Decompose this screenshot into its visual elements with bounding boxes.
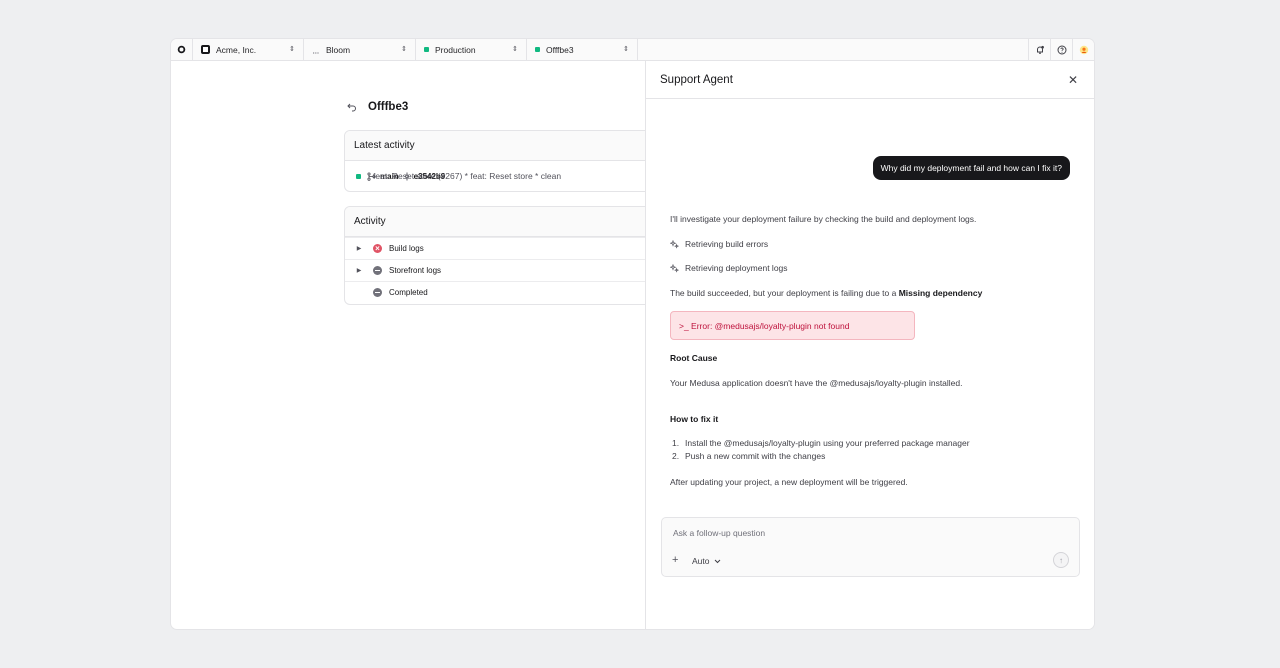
tool-step-build-errors: Retrieving build errors	[670, 239, 768, 250]
mode-label: Auto	[692, 556, 710, 566]
environment-label: Production	[435, 44, 476, 55]
bell-icon	[1036, 45, 1044, 54]
sparkle-icon	[670, 240, 679, 249]
finding-text: The build succeeded, but your deployment…	[670, 288, 897, 298]
help-icon	[1057, 45, 1066, 55]
panel-header: Support Agent ✕	[646, 61, 1094, 99]
activity-label: Storefront logs	[389, 266, 442, 275]
activity-row-completed: Completed	[345, 281, 663, 303]
root-cause-heading: Root Cause	[670, 353, 718, 363]
activity-row-build-logs[interactable]: ▶ Build logs	[345, 237, 663, 259]
user-message: Why did my deployment fail and how can I…	[872, 156, 1070, 180]
project-label: Bloom	[326, 44, 351, 55]
activity-label: Build logs	[389, 244, 424, 253]
topbar-actions	[1028, 39, 1094, 61]
arrow-up-icon: ↑	[1059, 555, 1063, 565]
neutral-status-icon	[373, 288, 382, 297]
chevron-updown-icon: ⇕	[623, 46, 629, 53]
fix-heading: How to fix it	[670, 414, 719, 424]
org-icon	[201, 45, 210, 54]
follow-up-input[interactable]: Ask a follow-up question	[673, 528, 765, 538]
expand-triangle-icon[interactable]: ▶	[345, 245, 373, 252]
avatar-icon	[1079, 45, 1088, 55]
activity-row-storefront-logs[interactable]: ▶ Storefront logs	[345, 259, 663, 281]
notifications-button[interactable]	[1028, 39, 1050, 61]
logo-icon	[177, 45, 186, 54]
agent-intro: I'll investigate your deployment failure…	[670, 214, 977, 224]
error-status-icon	[373, 244, 382, 253]
latest-commit-row[interactable]: main e3542b9 · feat: Reset store (#267) …	[345, 161, 663, 191]
tool-step-deployment-logs: Retrieving deployment logs	[670, 263, 788, 274]
latest-activity-card: Latest activity main e3542b9 · feat: Res…	[344, 130, 664, 192]
panel-title: Support Agent	[660, 73, 733, 86]
menu-button[interactable]	[171, 39, 193, 61]
page-title: Offfbe3	[368, 101, 409, 113]
org-label: Acme, Inc.	[216, 44, 257, 55]
commit-message: feat: Reset store (#267) * feat: Reset s…	[373, 170, 562, 181]
latest-activity-heading: Latest activity	[345, 131, 663, 161]
top-bar: Acme, Inc. ⇕ Bloom ⇕ Production ⇕ Offfbe…	[171, 39, 1094, 61]
chevron-updown-icon: ⇕	[401, 46, 407, 53]
help-button[interactable]	[1050, 39, 1072, 61]
user-avatar-button[interactable]	[1072, 39, 1094, 61]
tool-step-label: Retrieving build errors	[685, 239, 769, 249]
project-selector[interactable]: Bloom ⇕	[304, 39, 416, 61]
environment-selector[interactable]: Production ⇕	[416, 39, 527, 61]
deployment-label: Offfbe3	[546, 44, 574, 55]
project-icon	[313, 52, 319, 53]
deployment-status-icon	[535, 47, 540, 52]
plus-icon[interactable]: +	[672, 554, 678, 566]
commit-status-icon	[356, 174, 361, 179]
error-box: >_ Error: @medusajs/loyalty-plugin not f…	[670, 311, 915, 340]
send-button[interactable]: ↑	[1053, 552, 1069, 568]
chevron-updown-icon: ⇕	[289, 46, 295, 53]
mode-selector[interactable]: Auto	[692, 556, 721, 566]
expand-triangle-icon[interactable]: ▶	[345, 267, 373, 274]
close-icon[interactable]: ✕	[1068, 73, 1078, 87]
support-agent-panel: Support Agent ✕ Why did my deployment fa…	[645, 61, 1094, 629]
fix-step: 2. Push a new commit with the changes	[672, 451, 826, 462]
back-arrow-icon[interactable]	[347, 103, 357, 112]
fix-step: 1. Install the @medusajs/loyalty-plugin …	[672, 438, 970, 448]
environment-status-icon	[424, 47, 429, 52]
tool-step-label: Retrieving deployment logs	[685, 263, 788, 273]
activity-heading: Activity	[345, 207, 663, 237]
root-cause-text: Your Medusa application doesn't have the…	[670, 378, 963, 388]
org-selector[interactable]: Acme, Inc. ⇕	[193, 39, 304, 61]
neutral-status-icon	[373, 266, 382, 275]
error-text: >_ Error: @medusajs/loyalty-plugin not f…	[679, 320, 850, 331]
fix-steps-list: 1. Install the @medusajs/loyalty-plugin …	[672, 438, 970, 463]
chevron-down-icon	[714, 559, 720, 563]
activity-card: Activity ▶ Build logs ▶ Storefront logs …	[344, 206, 664, 305]
deployment-selector[interactable]: Offfbe3 ⇕	[527, 39, 638, 61]
agent-finding: The build succeeded, but your deployment…	[670, 288, 982, 299]
composer: Ask a follow-up question + Auto ↑	[661, 517, 1080, 577]
sparkle-icon	[670, 264, 679, 273]
chevron-updown-icon: ⇕	[512, 46, 518, 53]
app-window: Acme, Inc. ⇕ Bloom ⇕ Production ⇕ Offfbe…	[171, 39, 1094, 629]
agent-closing: After updating your project, a new deplo…	[670, 477, 908, 487]
finding-bold: Missing dependency	[898, 288, 983, 298]
activity-label: Completed	[389, 288, 428, 297]
